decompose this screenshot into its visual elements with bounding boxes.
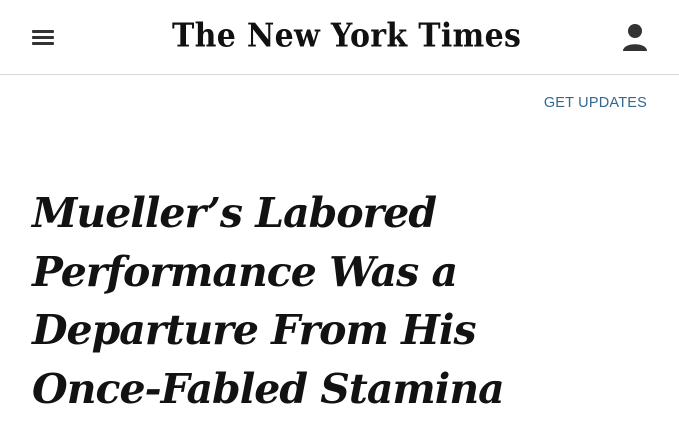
headline-line: Departure From His <box>32 306 477 354</box>
headline-line: Once-Fabled Stamina <box>32 364 505 413</box>
user-account-icon[interactable] <box>620 22 650 54</box>
top-navigation-bar: The New York Times <box>0 0 679 75</box>
headline-line: Performance Was a <box>32 247 458 296</box>
person-icon <box>623 24 647 51</box>
article-headline: Mueller’s Labored Performance Was a Depa… <box>32 184 652 418</box>
menu-line <box>32 30 54 33</box>
nyt-masthead-logo[interactable]: The New York Times <box>172 12 521 62</box>
hamburger-menu-icon[interactable] <box>30 24 58 50</box>
headline-line: Mueller’s Labored <box>32 189 437 237</box>
menu-line <box>32 42 54 45</box>
menu-line <box>32 36 54 39</box>
get-updates-link[interactable]: GET UPDATES <box>544 95 647 111</box>
